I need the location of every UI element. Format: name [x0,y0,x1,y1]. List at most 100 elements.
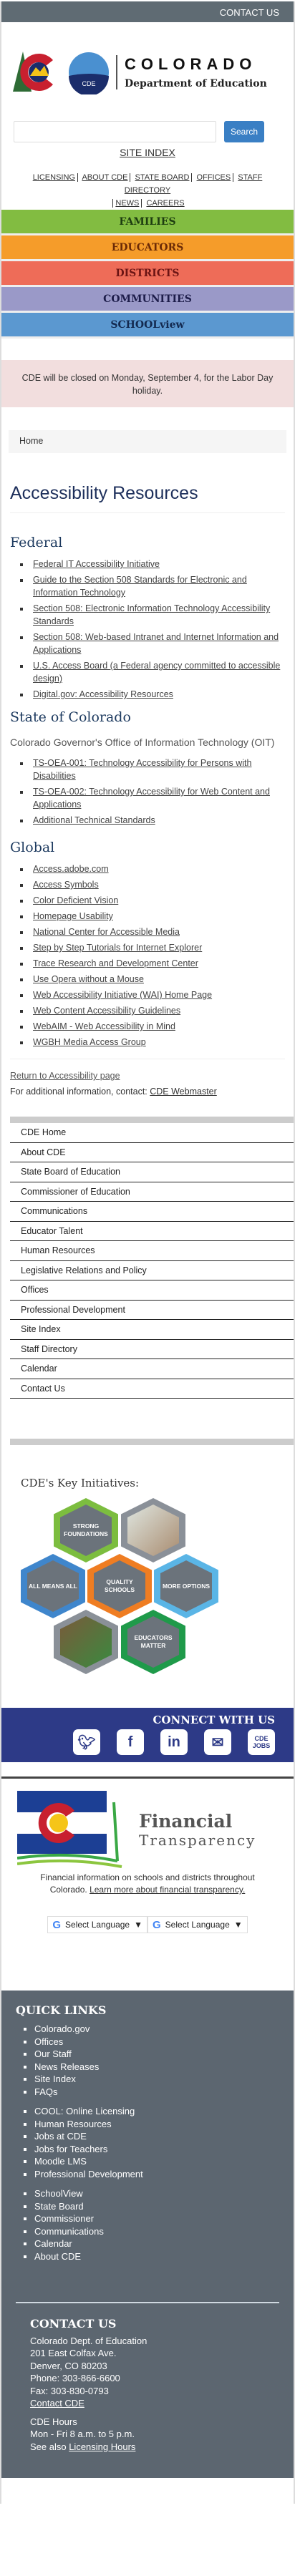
side-menu-item[interactable]: Staff Directory [10,1340,294,1359]
resource-link[interactable]: U.S. Access Board (a Federal agency comm… [33,661,280,684]
top-link-licensing[interactable]: LICENSING [33,173,75,182]
quick-links-group: SchoolView State BoardCommissioner Communi… [34,2187,279,2262]
search-button[interactable]: Search [224,121,264,142]
nav-educators[interactable]: EDUCATORS [1,235,294,261]
email-icon[interactable]: ✉ [204,1729,231,1755]
hex-strong-foundations[interactable]: STRONG FOUNDATIONS [54,1498,118,1562]
quick-link[interactable]: Jobs for Teachers [34,2144,107,2154]
hex-all-means-all[interactable]: ALL MEANS ALL [21,1554,85,1618]
side-menu-item[interactable]: Communications [10,1202,294,1222]
nav-families[interactable]: FAMILIES [1,210,294,235]
resource-link[interactable]: TS-OEA-002: Technology Accessibility for… [33,787,270,810]
search-input[interactable] [14,121,216,142]
side-menu-item[interactable]: Human Resources [10,1241,294,1261]
quick-link[interactable]: Jobs at CDE [34,2131,87,2142]
language-select[interactable]: G Select Language ▼ [47,1916,148,1933]
resource-link[interactable]: Homepage Usability [33,911,113,921]
side-menu-item[interactable]: Commissioner of Education [10,1182,294,1202]
quick-link[interactable]: Professional Development [34,2169,143,2179]
contact-heading: CONTACT US [30,2317,117,2330]
contact-cde-link[interactable]: Contact CDE [30,2398,84,2409]
resource-link[interactable]: Color Deficient Vision [33,895,118,905]
quick-link-item: SchoolView [34,2187,279,2200]
site-index-link[interactable]: SITE INDEX [120,147,175,158]
svg-text:CDE: CDE [82,80,95,87]
quick-link[interactable]: Calendar [34,2238,72,2249]
financial-transparency-link[interactable]: Learn more about financial transparency. [90,1885,245,1895]
nav-communities[interactable]: COMMUNITIES [1,287,294,313]
resource-link[interactable]: Section 508: Web-based Intranet and Inte… [33,632,279,655]
cde-jobs-icon[interactable]: CDE JOBS [248,1729,275,1755]
quick-link[interactable]: COOL: Online Licensing [34,2106,135,2116]
side-menu-item[interactable]: Site Index [10,1320,294,1340]
quick-link[interactable]: Communications [34,2226,104,2237]
side-menu-item[interactable]: Educator Talent [10,1222,294,1241]
resource-link[interactable]: WGBH Media Access Group [33,1037,146,1047]
contact-us-link[interactable]: CONTACT US [220,7,279,18]
linkedin-icon[interactable]: in [160,1729,188,1755]
resource-link[interactable]: Trace Research and Development Center [33,958,198,968]
top-link-news[interactable]: NEWS [115,199,139,208]
resource-link[interactable]: National Center for Accessible Media [33,927,180,937]
resource-link[interactable]: Section 508: Electronic Information Tech… [33,603,270,626]
top-link-about[interactable]: ABOUT CDE [82,173,127,182]
logo-subtitle: Department of Education [125,78,267,89]
quick-link[interactable]: Site Index [34,2074,76,2084]
resource-link[interactable]: Step by Step Tutorials for Internet Expl… [33,943,202,953]
quick-link[interactable]: Human Resources [34,2119,112,2129]
quick-link-item: COOL: Online Licensing [34,2105,279,2118]
nav-schoolview[interactable]: SCHOOLview [1,313,294,339]
resource-link[interactable]: TS-OEA-001: Technology Accessibility for… [33,758,251,781]
resource-link[interactable]: Federal IT Accessibility Initiative [33,559,160,569]
quick-link[interactable]: Our Staff [34,2048,72,2059]
quick-link[interactable]: Commissioner [34,2213,94,2224]
quick-link[interactable]: SchoolView [34,2188,83,2199]
resource-link[interactable]: Guide to the Section 508 Standards for E… [33,575,247,598]
resource-link[interactable]: Access.adobe.com [33,864,109,874]
side-menu-item[interactable]: CDE Home [10,1123,294,1143]
quick-link-item: Human Resources [34,2118,279,2131]
side-menu-item[interactable]: Offices [10,1280,294,1301]
side-menu-item[interactable]: Calendar [10,1359,294,1379]
top-link-offices[interactable]: OFFICES [197,173,231,182]
hex-educators-matter[interactable]: EDUCATORS MATTER [121,1610,185,1674]
language-select-2[interactable]: G Select Language ▼ [148,1916,248,1933]
quick-link[interactable]: About CDE [34,2251,81,2262]
side-menu-item[interactable]: State Board of Education [10,1162,294,1182]
quick-link[interactable]: Moodle LMS [34,2156,87,2167]
top-link-state-board[interactable]: STATE BOARD [135,173,189,182]
webmaster-link[interactable]: CDE Webmaster [150,1087,217,1097]
side-menu-item[interactable]: Legislative Relations and Policy [10,1261,294,1280]
side-menu-item[interactable]: Contact Us [10,1379,294,1399]
quick-link[interactable]: Colorado.gov [34,2023,90,2034]
breadcrumb-home[interactable]: Home [19,436,43,446]
financial-transparency-logo[interactable]: Financial Transparency [1,1787,294,1872]
quick-link[interactable]: News Releases [34,2061,99,2072]
quick-link[interactable]: Offices [34,2036,63,2047]
initiatives-heading: CDE's Key Initiatives: [21,1477,140,1489]
facebook-icon[interactable]: f [117,1729,144,1755]
cde-logo[interactable]: CDE COLORADO Department of Education [1,22,294,112]
side-menu-item[interactable]: About CDE [10,1143,294,1162]
initiatives-graphic[interactable]: STRONG FOUNDATIONS ALL MEANS ALL QUALITY… [21,1489,294,1679]
top-link-careers[interactable]: CAREERS [146,199,184,208]
resource-link[interactable]: Web Accessibility Initiative (WAI) Home … [33,990,212,1000]
resource-link[interactable]: Digital.gov: Accessibility Resources [33,689,173,699]
resource-link[interactable]: Additional Technical Standards [33,815,155,825]
resource-link[interactable]: Web Content Accessibility Guidelines [33,1006,180,1016]
licensing-hours-link[interactable]: Licensing Hours [69,2441,135,2452]
twitter-icon[interactable]: 🐦︎ [73,1729,100,1755]
quick-link[interactable]: FAQs [34,2086,58,2097]
nav-districts[interactable]: DISTRICTS [1,261,294,287]
hex-quality-schools[interactable]: QUALITY SCHOOLS [87,1554,152,1618]
resource-link[interactable]: Use Opera without a Mouse [33,974,144,984]
side-menu-item[interactable]: Professional Development [10,1301,294,1320]
resource-link[interactable]: Access Symbols [33,880,99,890]
quick-link-item: State Board [34,2200,279,2213]
hex-more-options[interactable]: MORE OPTIONS [154,1554,218,1618]
resource-link[interactable]: WebAIM - Web Accessibility in Mind [33,1021,175,1031]
colorado-logo-icon: CDE [13,52,109,94]
return-link[interactable]: Return to Accessibility page [10,1071,120,1081]
state-links: TS-OEA-001: Technology Accessibility for… [30,757,285,827]
quick-link[interactable]: State Board [34,2201,84,2212]
